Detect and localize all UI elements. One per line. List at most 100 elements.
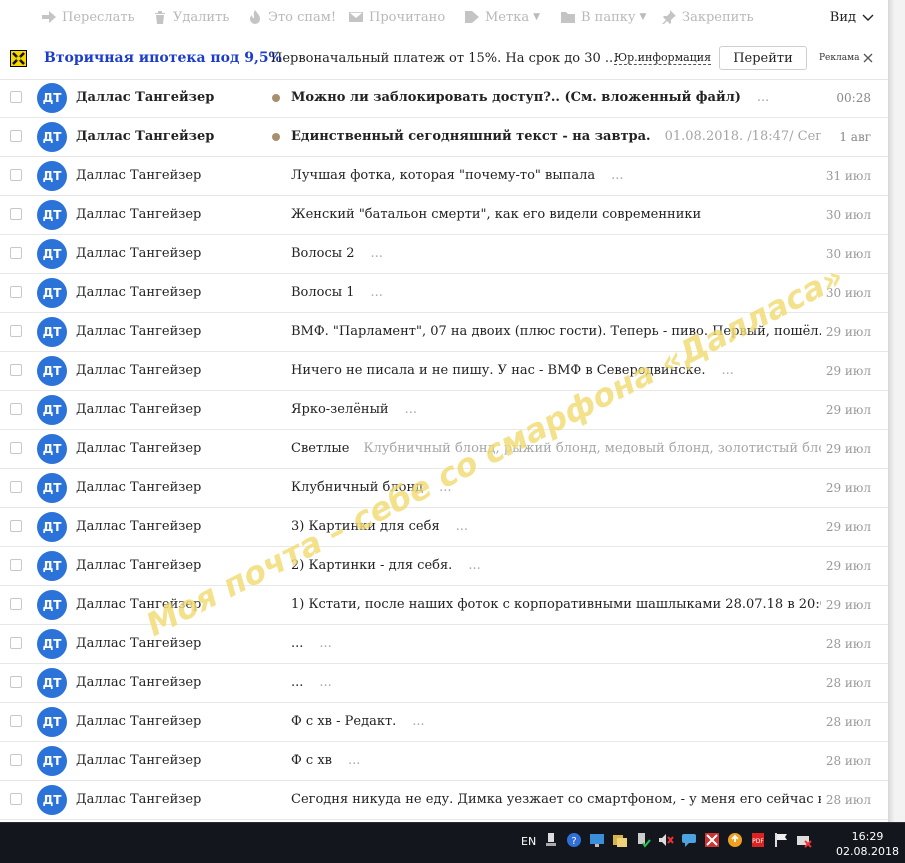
message-row[interactable]: ДТ Даллас Тангейзер Ф с хв... 28 июл	[0, 742, 888, 781]
avatar[interactable]: ДТ	[37, 629, 67, 659]
select-checkbox[interactable]	[10, 130, 22, 142]
select-checkbox[interactable]	[10, 91, 22, 103]
mark-read-label: Прочитано	[369, 9, 446, 25]
view-dropdown[interactable]: Вид	[830, 0, 874, 34]
folders-icon[interactable]	[612, 832, 628, 848]
avatar[interactable]: ДТ	[37, 668, 67, 698]
select-checkbox[interactable]	[10, 208, 22, 220]
unread-dot-icon[interactable]	[272, 133, 280, 141]
message-row[interactable]: ДТ Даллас Тангейзер Женский "батальон смер…	[0, 196, 888, 235]
ad-go-button[interactable]: Перейти	[719, 46, 807, 70]
message-row[interactable]: ДТ Даллас Тангейзер Лучшая фотка, которая …	[0, 157, 888, 196]
message-row[interactable]: ДТ Даллас Тангейзер Клубничный блонд... 29 …	[0, 469, 888, 508]
usb-safe-icon[interactable]	[635, 832, 651, 848]
language-indicator[interactable]: EN	[521, 835, 536, 848]
monitor-icon[interactable]	[589, 832, 605, 848]
network-icon[interactable]	[543, 832, 559, 848]
scrollbar[interactable]	[888, 0, 905, 822]
select-checkbox[interactable]	[10, 247, 22, 259]
close-icon[interactable]	[861, 51, 875, 65]
sender-name: Даллас Тангейзер	[76, 597, 202, 612]
avatar[interactable]: ДТ	[37, 434, 67, 464]
message-row[interactable]: ДТ Даллас Тангейзер ВМФ. "Парламент", 07 н…	[0, 313, 888, 352]
message-subject: ВМФ. "Парламент", 07 на двоих (плюс гост…	[291, 324, 821, 339]
forward-button[interactable]: Переслать	[42, 0, 135, 34]
message-row[interactable]: ДТ Даллас Тангейзер Ярко-зелёный... 29 июл	[0, 391, 888, 430]
avatar[interactable]: ДТ	[37, 122, 67, 152]
pin-button[interactable]: Закрепить	[662, 0, 754, 34]
pdf-icon[interactable]: PDF	[750, 832, 766, 848]
message-row[interactable]: ДТ Даллас Тангейзер Волосы 2... 30 июл	[0, 235, 888, 274]
more-ellipsis: ...	[756, 90, 770, 105]
avatar[interactable]: ДТ	[37, 278, 67, 308]
select-checkbox[interactable]	[10, 286, 22, 298]
select-checkbox[interactable]	[10, 403, 22, 415]
trash-icon	[155, 11, 165, 24]
update-icon[interactable]	[727, 832, 743, 848]
message-row[interactable]: ДТ Даллас Тангейзер Светлые Клубничный блон…	[0, 430, 888, 469]
message-row[interactable]: ДТ Даллас Тангейзер Ничего не писала и не …	[0, 352, 888, 391]
select-checkbox[interactable]	[10, 637, 22, 649]
clock[interactable]: 16:29 02.08.2018	[836, 829, 899, 859]
chat-icon[interactable]	[681, 832, 697, 848]
volume-muted-icon[interactable]	[658, 832, 674, 848]
select-checkbox[interactable]	[10, 169, 22, 181]
select-checkbox[interactable]	[10, 598, 22, 610]
select-checkbox[interactable]	[10, 364, 22, 376]
avatar[interactable]: ДТ	[37, 473, 67, 503]
avatar[interactable]: ДТ	[37, 200, 67, 230]
message-row[interactable]: ДТ Даллас Тангейзер...... 28 июл	[0, 664, 888, 703]
message-list: ДТ Даллас Тангейзер Можно ли заблокировать…	[0, 79, 888, 820]
avatar[interactable]: ДТ	[37, 590, 67, 620]
avatar[interactable]: ДТ	[37, 83, 67, 113]
select-checkbox[interactable]	[10, 793, 22, 805]
avatar[interactable]: ДТ	[37, 395, 67, 425]
message-row[interactable]: ДТ Даллас Тангейзер 1) Кстати, после наших…	[0, 586, 888, 625]
avatar[interactable]: ДТ	[37, 317, 67, 347]
message-row[interactable]: ДТ Даллас Тангейзер Единственный сегодняшн…	[0, 118, 888, 157]
select-checkbox[interactable]	[10, 481, 22, 493]
delete-button[interactable]: Удалить	[153, 0, 229, 34]
more-ellipsis: ...	[721, 363, 734, 378]
message-row[interactable]: ДТ Даллас Тангейзер 3) Картинки для себя..…	[0, 508, 888, 547]
wifi-disabled-icon[interactable]	[796, 832, 812, 848]
select-checkbox[interactable]	[10, 442, 22, 454]
move-folder-dropdown[interactable]: В папку ▼	[561, 0, 646, 34]
select-checkbox[interactable]	[10, 520, 22, 532]
flag-icon[interactable]	[773, 832, 789, 848]
help-icon[interactable]: ?	[566, 832, 582, 848]
message-date: 28 июл	[825, 715, 871, 729]
avatar[interactable]: ДТ	[37, 785, 67, 815]
avatar[interactable]: ДТ	[37, 746, 67, 776]
unread-dot-icon[interactable]	[272, 94, 280, 102]
mark-read-button[interactable]: Прочитано	[349, 0, 445, 34]
message-subject: Женский "батальон смерти", как его видел…	[291, 207, 821, 222]
message-row[interactable]: ДТ Даллас Тангейзер...... 28 июл	[0, 625, 888, 664]
ad-title-link[interactable]: Вторичная ипотека под 9,5%	[44, 50, 282, 66]
avatar[interactable]: ДТ	[37, 551, 67, 581]
message-row[interactable]: ДТ Даллас Тангейзер Волосы 1... 30 июл	[0, 274, 888, 313]
avatar[interactable]: ДТ	[37, 356, 67, 386]
envelope-icon	[349, 12, 363, 22]
message-row[interactable]: ДТ Даллас Тангейзер Сегодня никуда не еду.…	[0, 781, 888, 820]
bank-logo-icon	[10, 50, 27, 67]
message-row[interactable]: ДТ Даллас Тангейзер 2) Картинки - для себя…	[0, 547, 888, 586]
avatar[interactable]: ДТ	[37, 161, 67, 191]
select-checkbox[interactable]	[10, 715, 22, 727]
avatar[interactable]: ДТ	[37, 707, 67, 737]
message-subject: ......	[291, 636, 821, 651]
tools-disabled-icon[interactable]	[704, 832, 720, 848]
select-checkbox[interactable]	[10, 559, 22, 571]
avatar[interactable]: ДТ	[37, 512, 67, 542]
taskbar: EN ? PDF 16:29 02.08.2018	[0, 822, 905, 863]
select-checkbox[interactable]	[10, 325, 22, 337]
message-row[interactable]: ДТ Даллас Тангейзер Ф с хв - Редакт.... 28 …	[0, 703, 888, 742]
more-ellipsis: ...	[348, 753, 361, 768]
ad-legal-link[interactable]: Юр.информация	[614, 51, 712, 65]
label-dropdown[interactable]: Метка ▼	[465, 0, 540, 34]
select-checkbox[interactable]	[10, 676, 22, 688]
select-checkbox[interactable]	[10, 754, 22, 766]
spam-button[interactable]: Это спам!	[248, 0, 336, 34]
message-row[interactable]: ДТ Даллас Тангейзер Можно ли заблокировать…	[0, 79, 888, 118]
avatar[interactable]: ДТ	[37, 239, 67, 269]
